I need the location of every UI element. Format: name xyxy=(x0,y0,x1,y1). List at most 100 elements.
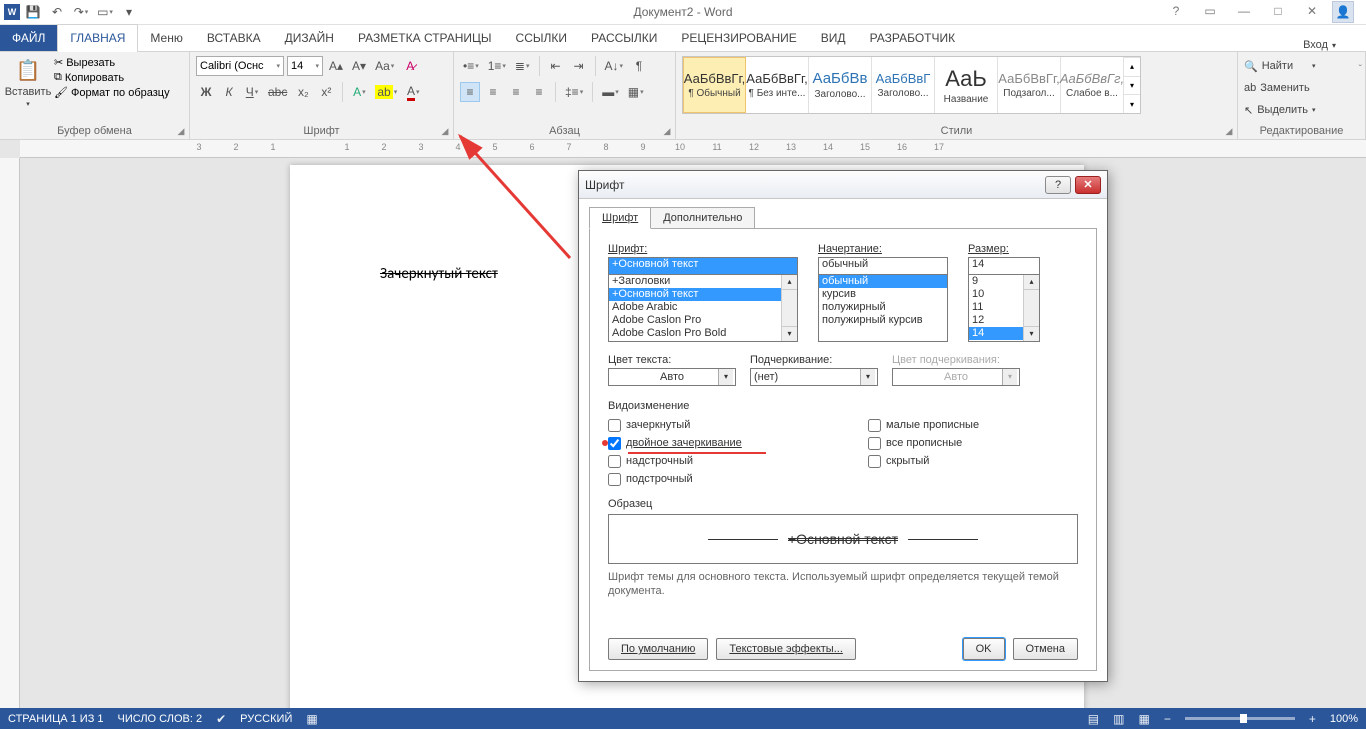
help-icon[interactable]: ? xyxy=(1162,1,1190,21)
font-launcher-icon[interactable]: ◢ xyxy=(439,125,451,137)
style-list[interactable]: обычный курсив полужирный полужирный кур… xyxy=(818,274,948,342)
align-right-button[interactable]: ≡ xyxy=(506,82,526,102)
scrollbar[interactable] xyxy=(781,275,797,341)
show-marks-button[interactable]: ¶ xyxy=(629,56,649,76)
align-center-button[interactable]: ≡ xyxy=(483,82,503,102)
status-word-count[interactable]: ЧИСЛО СЛОВ: 2 xyxy=(118,713,203,725)
ribbon-display-icon[interactable]: ▭ xyxy=(1196,1,1224,21)
tab-review[interactable]: РЕЦЕНЗИРОВАНИЕ xyxy=(669,24,808,51)
borders-button[interactable]: ▦ xyxy=(625,82,647,102)
change-case-button[interactable]: Aa xyxy=(372,56,397,76)
font-color-select[interactable]: Авто xyxy=(608,368,736,386)
style-subtle[interactable]: АаБбВвГг,Слабое в... xyxy=(1061,57,1124,113)
dialog-tab-font[interactable]: Шрифт xyxy=(589,207,651,229)
text-effects-button[interactable]: Текстовые эффекты... xyxy=(716,638,856,660)
size-list[interactable]: 9 10 11 12 14 xyxy=(968,274,1040,342)
checkbox-strikethrough[interactable]: зачеркнутый xyxy=(608,416,848,434)
zoom-slider[interactable] xyxy=(1185,717,1295,720)
text-effects-button[interactable]: A xyxy=(349,82,369,102)
tab-references[interactable]: ССЫЛКИ xyxy=(504,24,579,51)
font-list-item[interactable]: Adobe Caslon Pro xyxy=(609,314,797,327)
checkbox-superscript[interactable]: надстрочный xyxy=(608,452,848,470)
grow-font-button[interactable]: A▴ xyxy=(326,56,346,76)
checkbox-allcaps[interactable]: все прописные xyxy=(868,434,979,452)
line-spacing-button[interactable]: ‡≡ xyxy=(562,82,586,102)
font-list[interactable]: +Заголовки +Основной текст Adobe Arabic … xyxy=(608,274,798,342)
justify-button[interactable]: ≡ xyxy=(529,82,549,102)
qat-redo-icon[interactable]: ↷ xyxy=(70,1,92,23)
sort-button[interactable]: A↓ xyxy=(602,56,627,76)
replace-button[interactable]: abЗаменить xyxy=(1244,78,1315,98)
paragraph-launcher-icon[interactable]: ◢ xyxy=(661,125,673,137)
style-heading2[interactable]: АаБбВвГЗаголово... xyxy=(872,57,935,113)
status-language[interactable]: РУССКИЙ xyxy=(240,713,292,725)
paste-button[interactable]: 📋 Вставить▾ xyxy=(6,56,50,108)
user-avatar-icon[interactable]: 👤 xyxy=(1332,1,1354,23)
view-print-icon[interactable]: ▥ xyxy=(1113,712,1124,726)
zoom-out-icon[interactable]: − xyxy=(1164,712,1171,726)
subscript-button[interactable]: x₂ xyxy=(293,82,313,102)
bold-button[interactable]: Ж xyxy=(196,82,216,102)
close-icon[interactable]: ✕ xyxy=(1298,1,1326,21)
shading-button[interactable]: ▬ xyxy=(599,82,622,102)
style-normal[interactable]: АаБбВвГг,¶ Обычный xyxy=(683,57,746,113)
tab-insert[interactable]: ВСТАВКА xyxy=(195,24,273,51)
vertical-ruler[interactable] xyxy=(0,158,20,708)
font-name-input[interactable]: +Основной текст xyxy=(608,257,798,275)
italic-button[interactable]: К xyxy=(219,82,239,102)
status-page[interactable]: СТРАНИЦА 1 ИЗ 1 xyxy=(8,713,104,725)
maximize-icon[interactable]: □ xyxy=(1264,1,1292,21)
qat-customize-icon[interactable]: ▾ xyxy=(118,1,140,23)
underline-button[interactable]: Ч xyxy=(242,82,262,102)
strikethrough-button[interactable]: abc xyxy=(265,82,290,102)
numbering-button[interactable]: 1≡ xyxy=(485,56,509,76)
qat-new-icon[interactable]: ▭ xyxy=(94,1,116,23)
font-list-item[interactable]: Adobe Arabic xyxy=(609,301,797,314)
tab-design[interactable]: ДИЗАЙН xyxy=(273,24,346,51)
decrease-indent-button[interactable]: ⇤ xyxy=(546,56,566,76)
spellcheck-icon[interactable]: ✔ xyxy=(216,712,226,726)
align-left-button[interactable]: ≡ xyxy=(460,82,480,102)
styles-launcher-icon[interactable]: ◢ xyxy=(1223,125,1235,137)
styles-gallery[interactable]: АаБбВвГг,¶ Обычный АаБбВвГг,¶ Без инте..… xyxy=(682,56,1141,114)
clipboard-launcher-icon[interactable]: ◢ xyxy=(175,125,187,137)
ok-button[interactable]: OK xyxy=(963,638,1005,660)
dialog-titlebar[interactable]: Шрифт ? ✕ xyxy=(579,171,1107,199)
zoom-level[interactable]: 100% xyxy=(1330,713,1358,725)
font-color-button[interactable]: A xyxy=(403,82,423,102)
style-list-item[interactable]: курсив xyxy=(819,288,947,301)
collapse-ribbon-icon[interactable]: ˬ xyxy=(1359,56,1362,67)
copy-button[interactable]: ⧉Копировать xyxy=(54,71,170,84)
font-list-item[interactable]: +Заголовки xyxy=(609,275,797,288)
tab-view[interactable]: ВИД xyxy=(809,24,858,51)
multilevel-button[interactable]: ≣ xyxy=(512,56,533,76)
style-heading1[interactable]: АаБбВвЗаголово... xyxy=(809,57,872,113)
tab-home[interactable]: ГЛАВНАЯ xyxy=(57,24,138,51)
tab-menu[interactable]: Меню xyxy=(138,24,194,51)
styles-more-button[interactable]: ▴▾▾ xyxy=(1124,57,1140,113)
view-readmode-icon[interactable]: ▤ xyxy=(1088,712,1099,726)
style-title[interactable]: АаЬНазвание xyxy=(935,57,998,113)
zoom-in-icon[interactable]: + xyxy=(1309,712,1316,726)
qat-undo-icon[interactable]: ↶ xyxy=(46,1,68,23)
find-button[interactable]: 🔍Найти▾ xyxy=(1244,56,1315,76)
format-painter-button[interactable]: 🖌Формат по образцу xyxy=(54,86,170,99)
checkbox-subscript[interactable]: подстрочный xyxy=(608,470,848,488)
font-size-input[interactable]: 14 xyxy=(968,257,1040,275)
tab-developer[interactable]: РАЗРАБОТЧИК xyxy=(858,24,968,51)
tab-layout[interactable]: РАЗМЕТКА СТРАНИЦЫ xyxy=(346,24,504,51)
view-web-icon[interactable]: ▦ xyxy=(1138,712,1149,726)
style-list-item[interactable]: полужирный курсив xyxy=(819,314,947,327)
checkbox-smallcaps[interactable]: малые прописные xyxy=(868,416,979,434)
sign-in-link[interactable]: Вход▾ xyxy=(1303,39,1366,51)
shrink-font-button[interactable]: A▾ xyxy=(349,56,369,76)
dialog-help-icon[interactable]: ? xyxy=(1045,176,1071,194)
clear-formatting-button[interactable]: A̷ xyxy=(400,56,420,76)
cancel-button[interactable]: Отмена xyxy=(1013,638,1078,660)
scrollbar[interactable] xyxy=(1023,275,1039,341)
superscript-button[interactable]: x² xyxy=(316,82,336,102)
font-list-item[interactable]: Adobe Caslon Pro Bold xyxy=(609,327,797,340)
cut-button[interactable]: ✂Вырезать xyxy=(54,56,170,69)
highlight-button[interactable]: ab xyxy=(372,82,400,102)
bullets-button[interactable]: •≡ xyxy=(460,56,482,76)
